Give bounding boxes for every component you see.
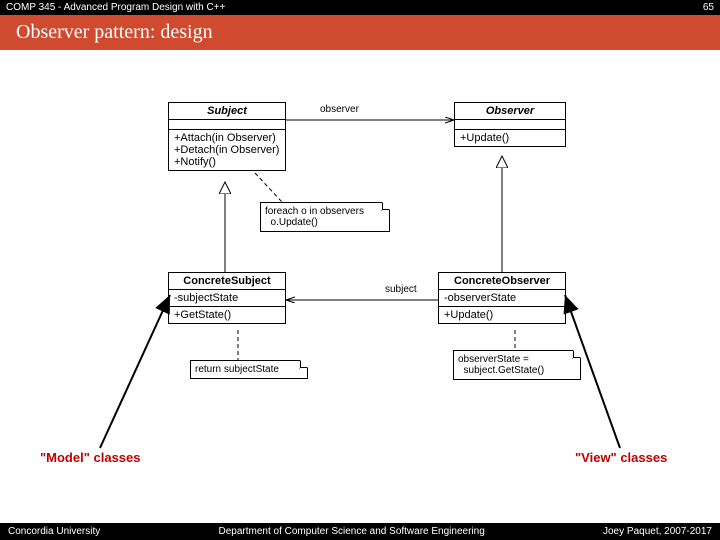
op: +GetState() (174, 309, 280, 321)
op: +Attach(in Observer) (174, 132, 280, 144)
ops: +Update() (439, 307, 565, 323)
footer-bar: Concordia University Department of Compu… (0, 523, 720, 540)
class-name: ConcreteObserver (439, 273, 565, 290)
footer-left: Concordia University (8, 526, 100, 537)
uml-concrete-subject: ConcreteSubject -subjectState +GetState(… (168, 272, 286, 324)
uml-observer: Observer +Update() (454, 102, 566, 147)
connectors (0, 50, 720, 510)
ops: +Update() (455, 130, 565, 146)
header-bar: COMP 345 - Advanced Program Design with … (0, 0, 720, 15)
attr-empty (169, 120, 285, 130)
callout-view: "View" classes (575, 450, 667, 465)
ops: +Attach(in Observer) +Detach(in Observer… (169, 130, 285, 170)
note-notify: foreach o in observers o.Update() (260, 202, 390, 232)
slide-title: Observer pattern: design (0, 15, 720, 50)
note-text: foreach o in observers o.Update() (265, 206, 364, 228)
class-name: Observer (455, 103, 565, 120)
op: +Update() (444, 309, 560, 321)
op: +Update() (460, 132, 560, 144)
op: +Notify() (174, 156, 280, 168)
uml-subject: Subject +Attach(in Observer) +Detach(in … (168, 102, 286, 171)
footer-center: Department of Computer Science and Softw… (219, 526, 485, 537)
attr-empty (455, 120, 565, 130)
op: +Detach(in Observer) (174, 144, 280, 156)
callout-model: "Model" classes (40, 450, 140, 465)
class-name: ConcreteSubject (169, 273, 285, 290)
note-text: return subjectState (195, 364, 279, 375)
role-subject: subject (385, 284, 417, 295)
diagram-canvas: Subject +Attach(in Observer) +Detach(in … (0, 50, 720, 510)
role-observer: observer (320, 104, 359, 115)
footer-right: Joey Paquet, 2007-2017 (603, 526, 712, 537)
note-update: observerState = subject.GetState() (453, 350, 581, 380)
note-getstate: return subjectState (190, 360, 308, 379)
class-name: Subject (169, 103, 285, 120)
uml-concrete-observer: ConcreteObserver -observerState +Update(… (438, 272, 566, 324)
attr: -observerState (444, 292, 560, 304)
note-text: observerState = subject.GetState() (458, 354, 544, 376)
attrs: -subjectState (169, 290, 285, 307)
attr: -subjectState (174, 292, 280, 304)
ops: +GetState() (169, 307, 285, 323)
slide-number: 65 (703, 2, 714, 13)
course-label: COMP 345 - Advanced Program Design with … (6, 2, 225, 13)
attrs: -observerState (439, 290, 565, 307)
